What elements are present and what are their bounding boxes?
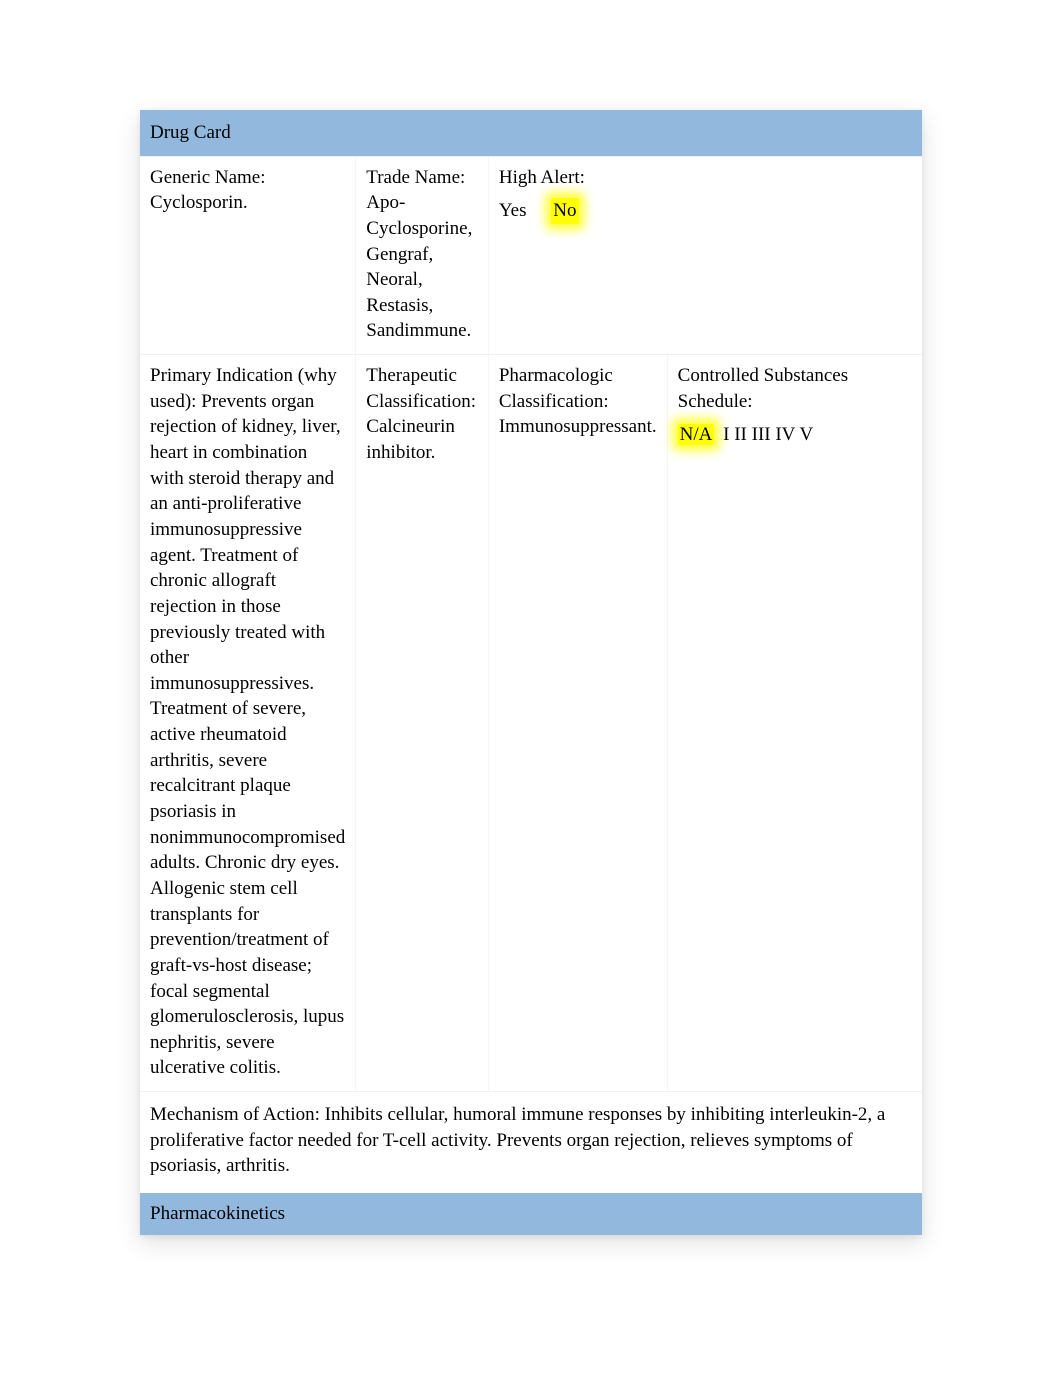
generic-name-value: Cyclosporin. <box>150 192 248 213</box>
generic-name-cell: Generic Name: Cyclosporin. <box>140 156 356 354</box>
row-mechanism: Mechanism of Action: Inhibits cellular, … <box>140 1092 922 1193</box>
card-header-row: Drug Card <box>140 110 922 156</box>
trade-name-value: Apo-Cyclosporine, Gengraf, Neoral, Resta… <box>366 192 472 341</box>
controlled-schedule-na: N/A <box>678 424 715 445</box>
high-alert-options: Yes No <box>499 198 912 224</box>
card-title-cell: Drug Card <box>140 110 922 156</box>
pharmacologic-class-label: Pharmacologic Classification: <box>499 365 613 412</box>
controlled-schedule-label: Controlled Substances Schedule: <box>678 365 848 412</box>
high-alert-label: High Alert: <box>499 167 585 188</box>
pharmacologic-class-cell: Pharmacologic Classification: Immunosupp… <box>488 355 667 1092</box>
controlled-schedule-rest: I II III IV V <box>718 424 813 445</box>
mechanism-label: Mechanism of Action: <box>150 1104 320 1125</box>
mechanism-cell: Mechanism of Action: Inhibits cellular, … <box>140 1092 922 1193</box>
pharmacologic-class-value: Immunosuppressant. <box>499 416 657 437</box>
card-title: Drug Card <box>150 122 231 143</box>
primary-indication-value: Prevents organ rejection of kidney, live… <box>150 391 345 1079</box>
controlled-schedule-options: N/A I II III IV V <box>678 422 912 448</box>
drug-card-table: Drug Card Generic Name: Cyclosporin. Tra… <box>140 110 922 1235</box>
high-alert-cell: High Alert: Yes No <box>488 156 922 354</box>
therapeutic-class-cell: Therapeutic Classification: Calcineurin … <box>356 355 489 1092</box>
primary-indication-cell: Primary Indication (why used): Prevents … <box>140 355 356 1092</box>
high-alert-no: No <box>551 198 578 224</box>
pharmacokinetics-header-cell: Pharmacokinetics <box>140 1193 922 1235</box>
therapeutic-class-value: Calcineurin inhibitor. <box>366 416 455 463</box>
pharmacokinetics-title: Pharmacokinetics <box>150 1203 285 1224</box>
trade-name-cell: Trade Name: Apo-Cyclosporine, Gengraf, N… <box>356 156 489 354</box>
trade-name-label: Trade Name: <box>366 167 465 188</box>
controlled-schedule-cell: Controlled Substances Schedule: N/A I II… <box>667 355 922 1092</box>
therapeutic-class-label: Therapeutic Classification: <box>366 365 476 412</box>
row-names: Generic Name: Cyclosporin. Trade Name: A… <box>140 156 922 354</box>
high-alert-yes: Yes <box>499 198 527 224</box>
generic-name-label: Generic Name: <box>150 167 266 188</box>
row-classifications: Primary Indication (why used): Prevents … <box>140 355 922 1092</box>
pharmacokinetics-header-row: Pharmacokinetics <box>140 1193 922 1235</box>
